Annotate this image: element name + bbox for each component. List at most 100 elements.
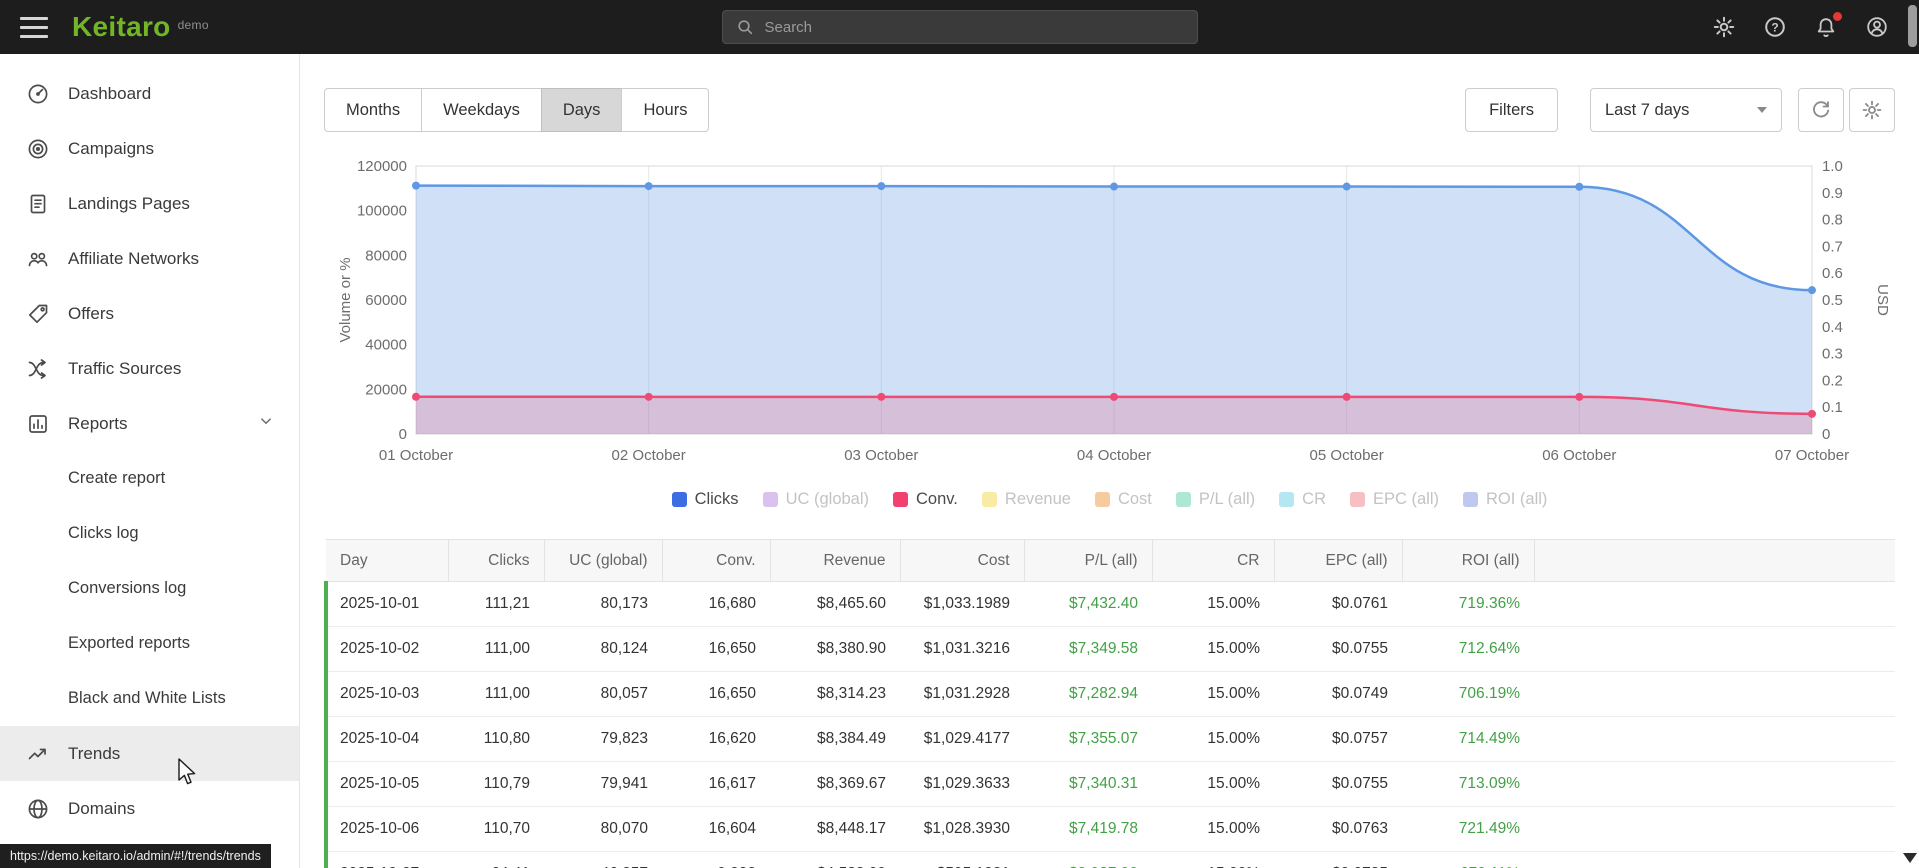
help-icon[interactable]: ? (1763, 15, 1787, 39)
table-cell: $8,369.67 (770, 761, 900, 807)
chevron-down-icon (257, 412, 275, 435)
column-header[interactable]: Conv. (661, 539, 770, 582)
refresh-icon (1813, 101, 1830, 118)
legend-swatch (981, 491, 997, 507)
sidebar-item-affiliate-networks[interactable]: Affiliate Networks (0, 231, 299, 286)
trends-icon (26, 742, 50, 766)
table-row[interactable]: 2025-10-06 110,70 80,070 16,604 $8,448.17 $1,… (324, 806, 1895, 852)
sidebar-item-campaigns[interactable]: Campaigns (0, 121, 299, 176)
chevron-down-icon (1757, 107, 1767, 113)
search-icon (737, 20, 752, 35)
column-header[interactable]: CR (1151, 539, 1274, 582)
column-header[interactable]: Cost (899, 539, 1024, 582)
sidebar-item-domains[interactable]: Domains (0, 781, 299, 836)
sidebar-item-reports[interactable]: Reports (0, 396, 299, 451)
offers-icon (26, 302, 50, 326)
table-row[interactable]: 2025-10-05 110,79 79,941 16,617 $8,369.67 $1,… (324, 761, 1895, 807)
tab-months[interactable]: Months (324, 88, 423, 132)
sidebar-item-traffic-sources[interactable]: Traffic Sources (0, 341, 299, 396)
table-cell: $0.0755 (1274, 761, 1402, 807)
legend-item[interactable]: ROI (all) (1463, 490, 1547, 509)
table-row[interactable]: 2025-10-04 110,80 79,823 16,620 $8,384.49 $1,… (324, 716, 1895, 762)
sidebar-item-landings-pages[interactable]: Landings Pages (0, 176, 299, 231)
sidebar: Dashboard Campaigns Landings Pages Affil… (0, 54, 300, 868)
tab-weekdays[interactable]: Weekdays (421, 88, 542, 132)
legend-item[interactable]: Cost (1094, 490, 1152, 509)
sidebar-item-offers[interactable]: Offers (0, 286, 299, 341)
table-row[interactable]: 2025-10-01 111,21 80,173 16,680 $8,465.60 $1,… (324, 581, 1895, 627)
table-cell: 15.00% (1152, 671, 1274, 717)
notifications-bell-icon[interactable] (1814, 12, 1842, 39)
sidebar-item-clicks-log[interactable]: Clicks log (0, 506, 299, 561)
tab-days[interactable]: Days (540, 88, 623, 132)
column-header[interactable]: Day (326, 539, 448, 582)
table-cell: $0.0755 (1274, 626, 1402, 672)
svg-text:0.1: 0.1 (1822, 399, 1843, 416)
table-row[interactable]: 2025-10-02 111,00 80,124 16,650 $8,380.90 $1,… (324, 626, 1895, 672)
table-cell: $7,282.94 (1024, 671, 1152, 717)
column-header[interactable]: UC (global) (543, 539, 662, 582)
user-avatar-icon[interactable] (1865, 15, 1889, 39)
column-header[interactable]: ROI (all) (1401, 539, 1534, 582)
global-search[interactable] (721, 10, 1198, 44)
legend-item[interactable]: EPC (all) (1350, 490, 1439, 509)
table-cell: 15.00% (1152, 851, 1274, 868)
svg-text:05 October: 05 October (1310, 447, 1384, 464)
sidebar-item-dashboard[interactable]: Dashboard (0, 66, 299, 121)
topbar-icons: ? (1712, 12, 1889, 39)
table-cell: 46,257 (544, 851, 662, 868)
table-cell: 16,650 (662, 626, 770, 672)
sidebar-item-label: Reports (68, 413, 128, 433)
legend-swatch (1463, 491, 1479, 507)
table-row[interactable]: 2025-10-03 111,00 80,057 16,650 $8,314.23 $1,… (324, 671, 1895, 717)
column-header[interactable]: EPC (all) (1273, 539, 1402, 582)
column-header[interactable]: Revenue (769, 539, 900, 582)
sidebar-item-label: Landings Pages (68, 193, 190, 213)
legend-item[interactable]: Clicks (671, 490, 739, 509)
legend-item[interactable]: Revenue (981, 490, 1071, 509)
table-cell: 16,604 (662, 806, 770, 852)
date-range-select[interactable]: Last 7 days (1590, 88, 1782, 132)
table-cell: $7,349.58 (1024, 626, 1152, 672)
sidebar-item-create-report[interactable]: Create report (0, 451, 299, 506)
svg-text:0.5: 0.5 (1822, 292, 1843, 309)
sidebar-item-exported-reports[interactable]: Exported reports (0, 616, 299, 671)
chart-settings-button[interactable] (1849, 88, 1895, 132)
legend-label: UC (global) (785, 489, 870, 508)
legend-label: ROI (all) (1486, 489, 1548, 508)
sidebar-item-label: Offers (68, 303, 114, 323)
sidebar-item-black-and-white-lists[interactable]: Black and White Lists (0, 671, 299, 726)
trends-table-body: 2025-10-01 111,21 80,173 16,680 $8,465.60 $1,… (324, 581, 1895, 868)
svg-text:07 October: 07 October (1775, 447, 1849, 464)
legend-item[interactable]: CR (1279, 490, 1326, 509)
legend-item[interactable]: P/L (all) (1175, 489, 1256, 509)
sidebar-item-conversions-log[interactable]: Conversions log (0, 561, 299, 616)
scrollbar-down-arrow[interactable] (1903, 853, 1917, 863)
legend-swatch (1175, 491, 1191, 507)
table-cell: 2025-10-05 (324, 761, 448, 807)
sidebar-subitem-label: Conversions log (68, 579, 187, 597)
column-header[interactable]: P/L (all) (1023, 539, 1152, 582)
legend-item[interactable]: UC (global) (762, 489, 870, 509)
chart-legend: Clicks UC (global) Conv. Revenue Cost P/L (al… (324, 485, 1895, 513)
trends-chart[interactable]: 120000 100000 80000 60000 40000 20000 0 1.0 0.9 0… (324, 154, 1895, 474)
legend-label: P/L (all) (1198, 489, 1256, 508)
table-cell: 110,80 (448, 716, 544, 762)
search-input[interactable] (764, 18, 1185, 36)
sidebar-item-trends[interactable]: Trends (0, 726, 299, 781)
hamburger-menu-icon[interactable] (20, 16, 48, 38)
column-header[interactable]: Clicks (447, 539, 544, 582)
refresh-button[interactable] (1798, 88, 1844, 132)
settings-gear-icon[interactable] (1712, 15, 1736, 39)
app-logo[interactable]: Keitaro demo (72, 11, 209, 43)
table-cell: 16,680 (662, 581, 770, 627)
filters-button[interactable]: Filters (1465, 88, 1558, 132)
scrollbar-thumb[interactable] (1908, 5, 1917, 47)
domains-icon (26, 797, 50, 821)
svg-text:?: ? (1771, 20, 1778, 34)
tab-hours[interactable]: Hours (621, 88, 710, 132)
table-cell: 15.00% (1152, 716, 1274, 762)
table-row[interactable]: 2025-10-0764,4146,2579,032$4,583.09$595.… (324, 851, 1895, 868)
table-cell: $7,340.31 (1024, 761, 1152, 807)
legend-item[interactable]: Conv. (893, 490, 958, 509)
